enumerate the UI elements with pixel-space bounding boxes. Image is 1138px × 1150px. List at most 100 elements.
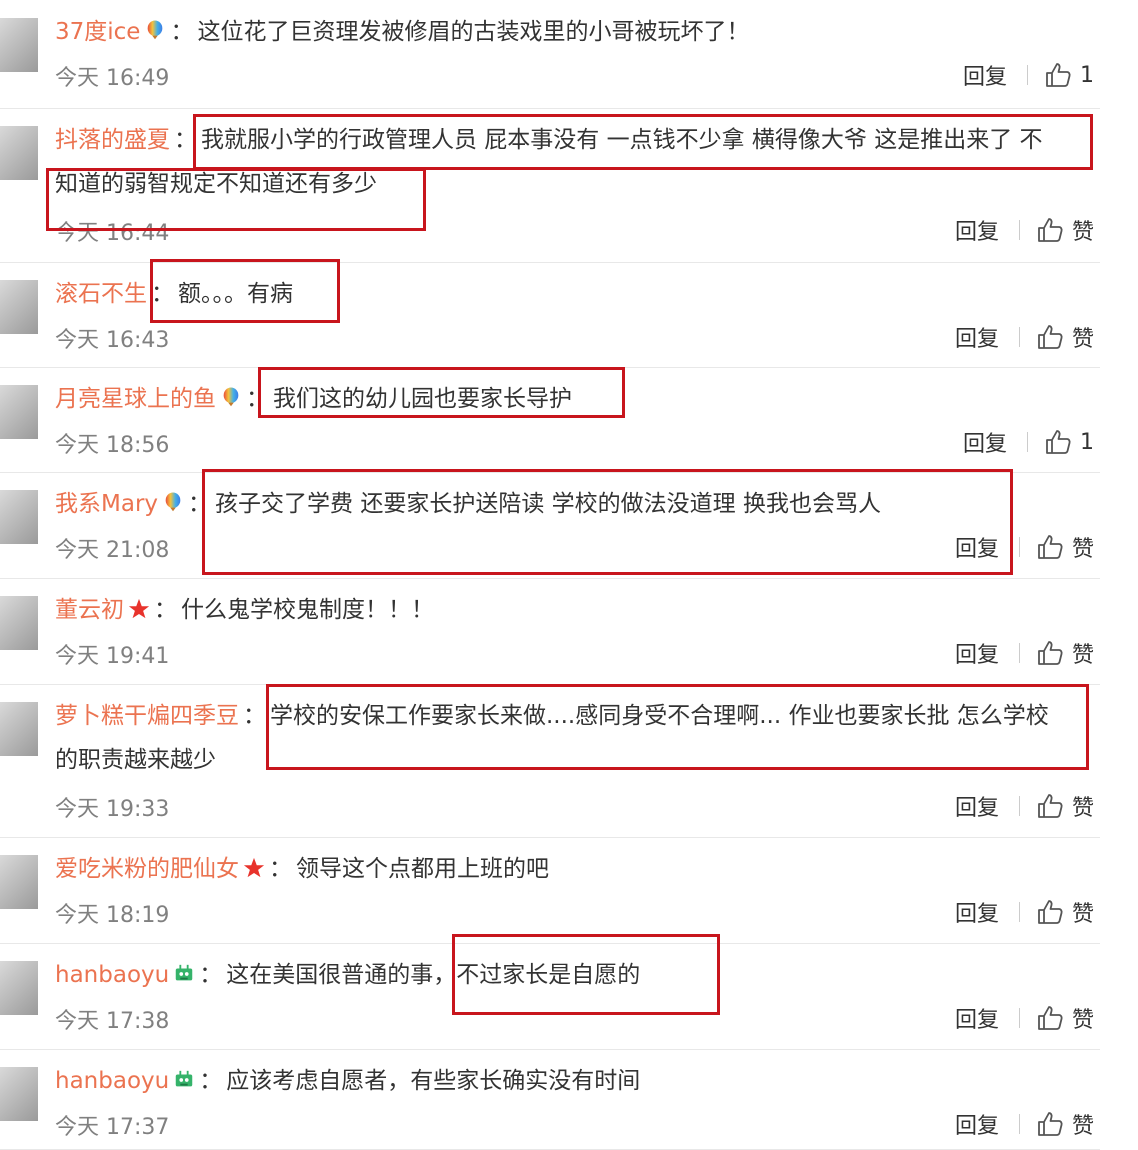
like-count[interactable]: 赞	[1072, 214, 1094, 246]
reply-button[interactable]: 回复	[955, 1108, 999, 1140]
comment-text: 孩子交了学费 还要家长护送陪读 学校的做法没道理 换我也会骂人	[215, 491, 881, 517]
comment-item: hanbaoyu：应该考虑自愿者，有些家长确实没有时间 今天 17:37 回复 …	[0, 1049, 1100, 1150]
reply-button[interactable]: 回复	[955, 214, 999, 246]
colon-separator: ：	[246, 386, 269, 412]
action-divider	[1027, 65, 1028, 85]
like-count[interactable]: 赞	[1072, 790, 1094, 822]
like-count[interactable]: 赞	[1072, 531, 1094, 563]
comment-list: 37度ice：这位花了巨资理发被修眉的古装戏里的小哥被玩坏了！ 今天 16:49…	[0, 0, 1138, 1150]
balloon-icon	[144, 17, 166, 40]
comment-item: 我系Mary ：孩子交了学费 还要家长护送陪读 学校的做法没道理 换我也会骂人 今…	[0, 472, 1100, 579]
robot-icon	[173, 960, 195, 982]
username-link[interactable]: 37度ice	[55, 19, 140, 45]
colon-separator: ：	[170, 19, 194, 45]
reply-button[interactable]: 回复	[955, 637, 999, 669]
reply-button[interactable]: 回复	[963, 426, 1007, 458]
thumbs-up-icon[interactable]	[1036, 792, 1064, 820]
comment-text-continued: 的职责越来越少	[55, 747, 216, 773]
like-count[interactable]: 赞	[1072, 321, 1094, 353]
action-divider	[1018, 643, 1020, 663]
comment-text: 我就服小学的行政管理人员 屁本事没有 一点钱不少拿 横得像大爷 这是推出来了 不	[201, 127, 1043, 153]
thumbs-up-icon[interactable]	[1036, 1004, 1064, 1032]
colon-separator: ：	[151, 281, 174, 307]
thumbs-up-icon[interactable]	[1036, 323, 1064, 351]
action-divider	[1018, 220, 1020, 240]
action-divider	[1027, 432, 1028, 452]
avatar[interactable]	[0, 1067, 38, 1121]
avatar[interactable]	[0, 280, 38, 334]
reply-button[interactable]: 回复	[963, 59, 1007, 91]
avatar[interactable]	[0, 596, 38, 650]
reply-button[interactable]: 回复	[955, 321, 999, 353]
action-divider	[1018, 537, 1020, 557]
action-divider	[1018, 327, 1020, 347]
thumbs-up-icon[interactable]	[1036, 533, 1064, 561]
timestamp: 今天 17:38	[55, 1009, 170, 1034]
thumbs-up-icon[interactable]	[1036, 1110, 1064, 1138]
comment-item: 37度ice ：这位花了巨资理发被修眉的古装戏里的小哥被玩坏了！ 今天 16:49…	[0, 0, 1100, 109]
avatar[interactable]	[0, 855, 38, 909]
comment-text: 额。。。有病	[178, 281, 293, 307]
balloon-icon	[220, 384, 242, 407]
like-count[interactable]: 赞	[1072, 1108, 1094, 1140]
comment-item: 滚石不生：额。。。有病 今天 16:43 回复 赞	[0, 262, 1100, 368]
avatar[interactable]	[0, 385, 38, 439]
like-count[interactable]: 1	[1080, 430, 1094, 455]
username-link[interactable]: 抖落的盛夏	[55, 127, 170, 153]
colon-separator: ：	[243, 703, 266, 729]
username-link[interactable]: 萝卜糕干煸四季豆	[55, 703, 239, 729]
robot-icon	[173, 1066, 195, 1088]
comment-text: 这位花了巨资理发被修眉的古装戏里的小哥被玩坏了！	[197, 19, 750, 45]
timestamp: 今天 16:43	[55, 328, 170, 353]
avatar[interactable]	[0, 126, 38, 180]
action-divider	[1018, 902, 1020, 922]
comment-item: hanbaoyu：这在美国很普通的事，不过家长是自愿的 今天 17:38 回复 …	[0, 943, 1100, 1050]
thumbs-up-icon[interactable]	[1036, 639, 1064, 667]
avatar[interactable]	[0, 490, 38, 544]
username-link[interactable]: hanbaoyu	[55, 962, 169, 988]
timestamp: 今天 16:44	[55, 221, 170, 246]
username-link[interactable]: hanbaoyu	[55, 1068, 169, 1094]
timestamp: 今天 16:49	[55, 66, 170, 91]
comment-item: 萝卜糕干煸四季豆：学校的安保工作要家长来做....感同身受不合理啊... 作业也…	[0, 684, 1100, 838]
timestamp: 今天 19:41	[55, 644, 170, 669]
username-link[interactable]: 爱吃米粉的肥仙女	[55, 856, 239, 882]
reply-button[interactable]: 回复	[955, 531, 999, 563]
username-link[interactable]: 滚石不生	[55, 281, 147, 307]
comment-item: 董云初 ：什么鬼学校鬼制度！！！ 今天 19:41 回复 赞	[0, 578, 1100, 685]
comment-item: 月亮星球上的鱼 ：我们这的幼儿园也要家长导护 今天 18:56 回复 1	[0, 367, 1100, 473]
comment-item: 爱吃米粉的肥仙女 ：领导这个点都用上班的吧 今天 18:19 回复 赞	[0, 837, 1100, 944]
avatar[interactable]	[0, 18, 38, 72]
comment-text-continued: 知道的弱智规定不知道还有多少	[55, 171, 377, 197]
star-icon	[128, 595, 150, 619]
balloon-icon	[162, 489, 184, 512]
timestamp: 今天 19:33	[55, 797, 170, 822]
timestamp: 今天 18:19	[55, 903, 170, 928]
reply-button[interactable]: 回复	[955, 896, 999, 928]
reply-button[interactable]: 回复	[955, 790, 999, 822]
avatar[interactable]	[0, 702, 38, 756]
thumbs-up-icon[interactable]	[1036, 216, 1064, 244]
reply-button[interactable]: 回复	[955, 1002, 999, 1034]
colon-separator: ：	[199, 962, 223, 988]
like-count[interactable]: 赞	[1072, 896, 1094, 928]
colon-separator: ：	[154, 597, 177, 623]
thumbs-up-icon[interactable]	[1044, 61, 1072, 89]
comment-text: 学校的安保工作要家长来做....感同身受不合理啊... 作业也要家长批 怎么学校	[270, 703, 1049, 729]
like-count[interactable]: 1	[1080, 63, 1094, 88]
thumbs-up-icon[interactable]	[1036, 898, 1064, 926]
timestamp: 今天 17:37	[55, 1115, 170, 1140]
comment-text: 我们这的幼儿园也要家长导护	[273, 386, 572, 412]
like-count[interactable]: 赞	[1072, 637, 1094, 669]
comment-text: 这在美国很普通的事，不过家长是自愿的	[226, 962, 641, 988]
colon-separator: ：	[199, 1068, 223, 1094]
action-divider	[1018, 1008, 1020, 1028]
avatar[interactable]	[0, 961, 38, 1015]
username-link[interactable]: 我系Mary	[55, 491, 158, 517]
thumbs-up-icon[interactable]	[1044, 428, 1072, 456]
comment-text: 应该考虑自愿者，有些家长确实没有时间	[226, 1068, 641, 1094]
username-link[interactable]: 月亮星球上的鱼	[55, 386, 216, 412]
comment-item: 抖落的盛夏：我就服小学的行政管理人员 屁本事没有 一点钱不少拿 横得像大爷 这是…	[0, 108, 1100, 263]
like-count[interactable]: 赞	[1072, 1002, 1094, 1034]
username-link[interactable]: 董云初	[55, 597, 124, 623]
